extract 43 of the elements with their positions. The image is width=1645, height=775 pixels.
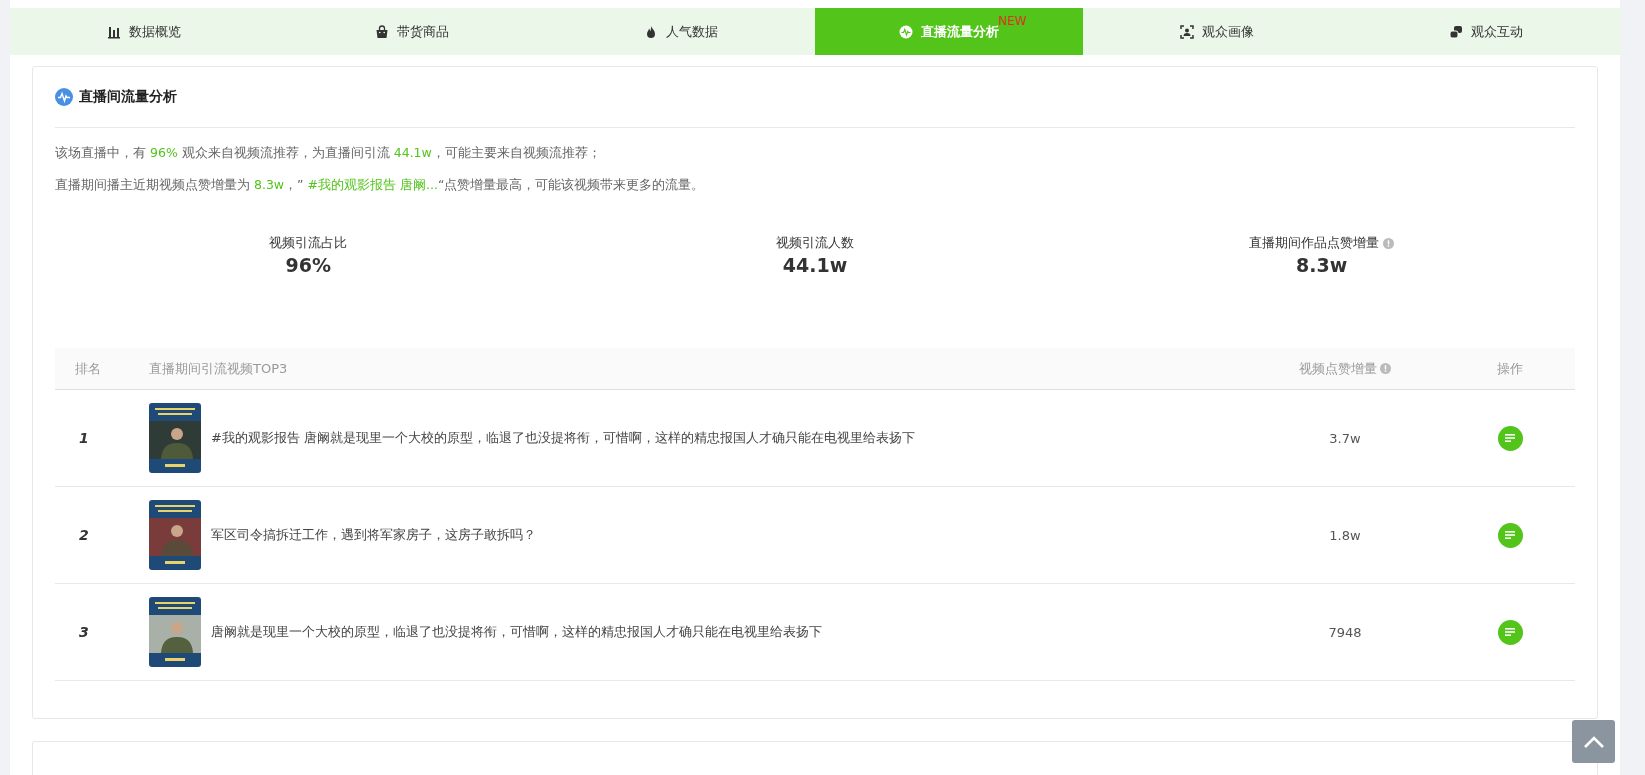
pulse-icon — [899, 24, 914, 39]
list-icon — [1504, 530, 1516, 540]
column-header: 操作 — [1497, 359, 1523, 378]
video-title: 军区司令搞拆迁工作，遇到将军家房子，这房子敢拆吗？ — [211, 526, 536, 544]
table-cell-text: 1.8w — [1328, 527, 1362, 543]
list-icon — [1504, 433, 1516, 443]
summary-text: 该场直播中，有 96% 观众来自视频流推荐，为直播间引流 44.1w，可能主要来自视频流推荐； — [55, 144, 602, 162]
video-title: 唐阚就是现里一个大校的原型，临退了也没提将衔，可惜啊，这样的精忠报国人才确只能在电视里给表扬下 — [211, 623, 822, 641]
stat-value: 8.3w — [1296, 254, 1348, 276]
stat-label: 视频引流占比 — [269, 234, 348, 252]
tab[interactable]: 观众画像 — [1083, 8, 1352, 55]
tab[interactable]: 人气数据 — [546, 8, 815, 55]
shopping-bag-icon — [375, 24, 390, 39]
stat-label: 直播期间作品点赞增量 — [1249, 234, 1380, 252]
details-button[interactable] — [1497, 619, 1523, 645]
info-icon — [1383, 237, 1395, 249]
back-to-top-button[interactable] — [1572, 720, 1615, 763]
rank-number: 2 — [78, 527, 90, 543]
pulse-icon — [55, 88, 73, 106]
chat-bubbles-icon — [1448, 24, 1463, 39]
new-label: NEW — [998, 14, 1027, 28]
video-title: #我的观影报告 唐阚就是现里一个大校的原型，临退了也没提将衔，可惜啊，这样的精忠报国人才确只能在电视里给表扬下 — [211, 429, 916, 447]
column-header: 直播期间引流视频TOP3 — [149, 359, 288, 378]
stat-label: 视频引流人数 — [776, 234, 854, 252]
rank-number: 3 — [78, 624, 90, 640]
stat-value: 44.1w — [782, 254, 848, 276]
tab[interactable]: 带货商品 — [278, 8, 547, 55]
table-cell-text: 3.7w — [1328, 430, 1362, 446]
bar-chart-icon — [107, 24, 122, 39]
stat-value: 96% — [285, 254, 332, 276]
summary-text: 直播期间播主近期视频点赞增量为 8.3w，” #我的观影报告 唐阚...“点赞增量最高，可能该视频带来更多的流量。 — [55, 176, 706, 194]
column-header: 视频点赞增量 — [1299, 359, 1377, 378]
details-button[interactable] — [1497, 522, 1523, 548]
column-header: 排名 — [75, 359, 101, 378]
person-frame-icon — [1180, 24, 1195, 39]
table-cell-text: 7948 — [1327, 624, 1363, 640]
rank-number: 1 — [78, 430, 90, 446]
details-button[interactable] — [1497, 425, 1523, 451]
section-title: 直播间流量分析 — [79, 88, 177, 106]
info-icon — [1380, 363, 1391, 374]
list-icon — [1504, 627, 1516, 637]
tab[interactable]: 观众互动 — [1351, 8, 1620, 55]
tab[interactable]: 数据概览 — [10, 8, 279, 55]
